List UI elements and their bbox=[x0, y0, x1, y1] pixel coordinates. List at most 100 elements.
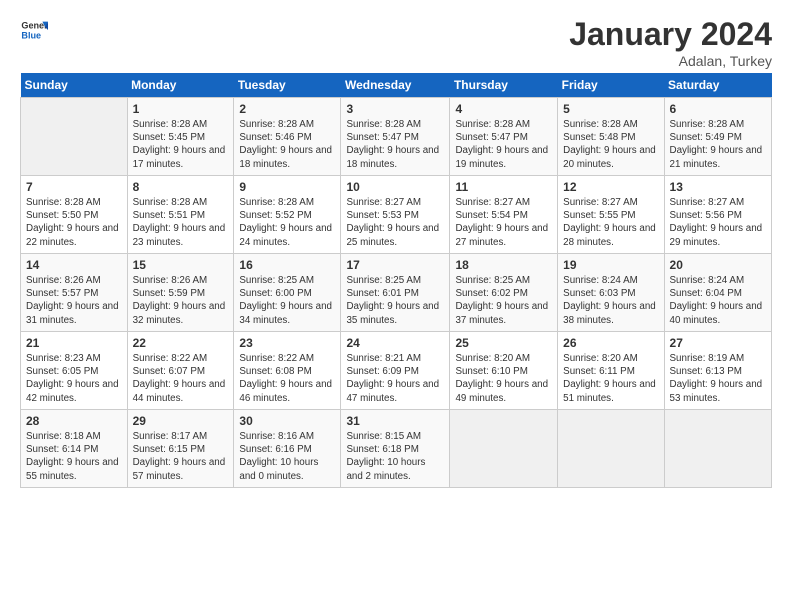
day-info: Sunrise: 8:28 AM Sunset: 5:45 PM Dayligh… bbox=[133, 118, 229, 171]
day-cell: 12 Sunrise: 8:27 AM Sunset: 5:55 PM Dayli… bbox=[558, 176, 664, 254]
day-info: Sunrise: 8:28 AM Sunset: 5:47 PM Dayligh… bbox=[455, 118, 552, 171]
day-cell bbox=[664, 410, 771, 488]
day-info: Sunrise: 8:23 AM Sunset: 6:05 PM Dayligh… bbox=[26, 352, 122, 405]
day-cell: 18 Sunrise: 8:25 AM Sunset: 6:02 PM Dayli… bbox=[450, 254, 558, 332]
day-cell: 15Sunrise: 8:26 AM Sunset: 5:59 PM Dayli… bbox=[127, 254, 234, 332]
day-info: Sunrise: 8:27 AM Sunset: 5:55 PM Dayligh… bbox=[563, 196, 658, 249]
day-number: 16 bbox=[239, 258, 335, 272]
day-cell: 29 Sunrise: 8:17 AM Sunset: 6:15 PM Dayli… bbox=[127, 410, 234, 488]
day-number: 8 bbox=[133, 180, 229, 194]
day-cell: 24Sunrise: 8:21 AM Sunset: 6:09 PM Dayli… bbox=[341, 332, 450, 410]
day-number: 5 bbox=[563, 102, 658, 116]
day-info: Sunrise: 8:16 AM Sunset: 6:16 PM Dayligh… bbox=[239, 430, 335, 483]
day-number: 10 bbox=[346, 180, 444, 194]
day-number: 25 bbox=[455, 336, 552, 350]
day-number: 23 bbox=[239, 336, 335, 350]
day-info: Sunrise: 8:24 AM Sunset: 6:03 PM Dayligh… bbox=[563, 274, 658, 327]
day-info: Sunrise: 8:22 AM Sunset: 6:07 PM Dayligh… bbox=[133, 352, 229, 405]
day-number: 14 bbox=[26, 258, 122, 272]
day-info: Sunrise: 8:28 AM Sunset: 5:49 PM Dayligh… bbox=[670, 118, 766, 171]
day-cell: 16 Sunrise: 8:25 AM Sunset: 6:00 PM Dayli… bbox=[234, 254, 341, 332]
week-row-1: 1 Sunrise: 8:28 AM Sunset: 5:45 PM Daylig… bbox=[21, 98, 772, 176]
day-cell: 2 Sunrise: 8:28 AM Sunset: 5:46 PM Daylig… bbox=[234, 98, 341, 176]
day-number: 20 bbox=[670, 258, 766, 272]
day-cell: 19 Sunrise: 8:24 AM Sunset: 6:03 PM Dayli… bbox=[558, 254, 664, 332]
day-cell: 20 Sunrise: 8:24 AM Sunset: 6:04 PM Dayli… bbox=[664, 254, 771, 332]
col-header-friday: Friday bbox=[558, 73, 664, 98]
day-number: 30 bbox=[239, 414, 335, 428]
day-info: Sunrise: 8:25 AM Sunset: 6:00 PM Dayligh… bbox=[239, 274, 335, 327]
day-info: Sunrise: 8:25 AM Sunset: 6:01 PM Dayligh… bbox=[346, 274, 444, 327]
logo-icon: General Blue bbox=[20, 16, 48, 44]
day-cell: 28 Sunrise: 8:18 AM Sunset: 6:14 PM Dayli… bbox=[21, 410, 128, 488]
day-number: 7 bbox=[26, 180, 122, 194]
logo: General Blue bbox=[20, 16, 48, 44]
day-cell: 9 Sunrise: 8:28 AM Sunset: 5:52 PM Daylig… bbox=[234, 176, 341, 254]
day-cell bbox=[450, 410, 558, 488]
month-year-title: January 2024 bbox=[569, 16, 772, 53]
day-number: 19 bbox=[563, 258, 658, 272]
col-header-saturday: Saturday bbox=[664, 73, 771, 98]
day-number: 12 bbox=[563, 180, 658, 194]
day-cell: 3 Sunrise: 8:28 AM Sunset: 5:47 PM Daylig… bbox=[341, 98, 450, 176]
day-cell: 27Sunrise: 8:19 AM Sunset: 6:13 PM Dayli… bbox=[664, 332, 771, 410]
day-cell: 21 Sunrise: 8:23 AM Sunset: 6:05 PM Dayli… bbox=[21, 332, 128, 410]
day-number: 9 bbox=[239, 180, 335, 194]
day-number: 3 bbox=[346, 102, 444, 116]
day-info: Sunrise: 8:28 AM Sunset: 5:52 PM Dayligh… bbox=[239, 196, 335, 249]
day-info: Sunrise: 8:27 AM Sunset: 5:54 PM Dayligh… bbox=[455, 196, 552, 249]
col-header-sunday: Sunday bbox=[21, 73, 128, 98]
day-cell: 31Sunrise: 8:15 AM Sunset: 6:18 PM Dayli… bbox=[341, 410, 450, 488]
day-cell: 8 Sunrise: 8:28 AM Sunset: 5:51 PM Daylig… bbox=[127, 176, 234, 254]
day-number: 26 bbox=[563, 336, 658, 350]
day-info: Sunrise: 8:20 AM Sunset: 6:10 PM Dayligh… bbox=[455, 352, 552, 405]
day-info: Sunrise: 8:27 AM Sunset: 5:56 PM Dayligh… bbox=[670, 196, 766, 249]
day-cell: 25 Sunrise: 8:20 AM Sunset: 6:10 PM Dayli… bbox=[450, 332, 558, 410]
day-cell: 14Sunrise: 8:26 AM Sunset: 5:57 PM Dayli… bbox=[21, 254, 128, 332]
day-number: 22 bbox=[133, 336, 229, 350]
day-number: 18 bbox=[455, 258, 552, 272]
week-row-4: 21 Sunrise: 8:23 AM Sunset: 6:05 PM Dayli… bbox=[21, 332, 772, 410]
day-cell: 26Sunrise: 8:20 AM Sunset: 6:11 PM Dayli… bbox=[558, 332, 664, 410]
day-info: Sunrise: 8:28 AM Sunset: 5:47 PM Dayligh… bbox=[346, 118, 444, 171]
day-info: Sunrise: 8:18 AM Sunset: 6:14 PM Dayligh… bbox=[26, 430, 122, 483]
day-cell: 17Sunrise: 8:25 AM Sunset: 6:01 PM Dayli… bbox=[341, 254, 450, 332]
day-number: 15 bbox=[133, 258, 229, 272]
day-info: Sunrise: 8:28 AM Sunset: 5:50 PM Dayligh… bbox=[26, 196, 122, 249]
calendar-table: SundayMondayTuesdayWednesdayThursdayFrid… bbox=[20, 73, 772, 488]
col-header-tuesday: Tuesday bbox=[234, 73, 341, 98]
day-info: Sunrise: 8:22 AM Sunset: 6:08 PM Dayligh… bbox=[239, 352, 335, 405]
location-subtitle: Adalan, Turkey bbox=[569, 53, 772, 69]
day-info: Sunrise: 8:24 AM Sunset: 6:04 PM Dayligh… bbox=[670, 274, 766, 327]
day-number: 28 bbox=[26, 414, 122, 428]
day-cell: 22 Sunrise: 8:22 AM Sunset: 6:07 PM Dayli… bbox=[127, 332, 234, 410]
week-row-5: 28 Sunrise: 8:18 AM Sunset: 6:14 PM Dayli… bbox=[21, 410, 772, 488]
day-cell: 10Sunrise: 8:27 AM Sunset: 5:53 PM Dayli… bbox=[341, 176, 450, 254]
day-number: 21 bbox=[26, 336, 122, 350]
day-info: Sunrise: 8:28 AM Sunset: 5:48 PM Dayligh… bbox=[563, 118, 658, 171]
day-number: 29 bbox=[133, 414, 229, 428]
day-number: 4 bbox=[455, 102, 552, 116]
day-info: Sunrise: 8:17 AM Sunset: 6:15 PM Dayligh… bbox=[133, 430, 229, 483]
title-block: January 2024 Adalan, Turkey bbox=[569, 16, 772, 69]
day-cell bbox=[21, 98, 128, 176]
col-header-monday: Monday bbox=[127, 73, 234, 98]
day-number: 1 bbox=[133, 102, 229, 116]
day-info: Sunrise: 8:21 AM Sunset: 6:09 PM Dayligh… bbox=[346, 352, 444, 405]
day-cell: 11 Sunrise: 8:27 AM Sunset: 5:54 PM Dayli… bbox=[450, 176, 558, 254]
day-number: 31 bbox=[346, 414, 444, 428]
calendar-header-row: SundayMondayTuesdayWednesdayThursdayFrid… bbox=[21, 73, 772, 98]
col-header-thursday: Thursday bbox=[450, 73, 558, 98]
day-cell: 30 Sunrise: 8:16 AM Sunset: 6:16 PM Dayli… bbox=[234, 410, 341, 488]
day-cell bbox=[558, 410, 664, 488]
day-info: Sunrise: 8:25 AM Sunset: 6:02 PM Dayligh… bbox=[455, 274, 552, 327]
week-row-3: 14Sunrise: 8:26 AM Sunset: 5:57 PM Dayli… bbox=[21, 254, 772, 332]
day-info: Sunrise: 8:28 AM Sunset: 5:51 PM Dayligh… bbox=[133, 196, 229, 249]
header: General Blue January 2024 Adalan, Turkey bbox=[20, 16, 772, 69]
day-info: Sunrise: 8:28 AM Sunset: 5:46 PM Dayligh… bbox=[239, 118, 335, 171]
day-number: 13 bbox=[670, 180, 766, 194]
day-number: 11 bbox=[455, 180, 552, 194]
day-number: 2 bbox=[239, 102, 335, 116]
day-cell: 6Sunrise: 8:28 AM Sunset: 5:49 PM Daylig… bbox=[664, 98, 771, 176]
day-cell: 4 Sunrise: 8:28 AM Sunset: 5:47 PM Daylig… bbox=[450, 98, 558, 176]
